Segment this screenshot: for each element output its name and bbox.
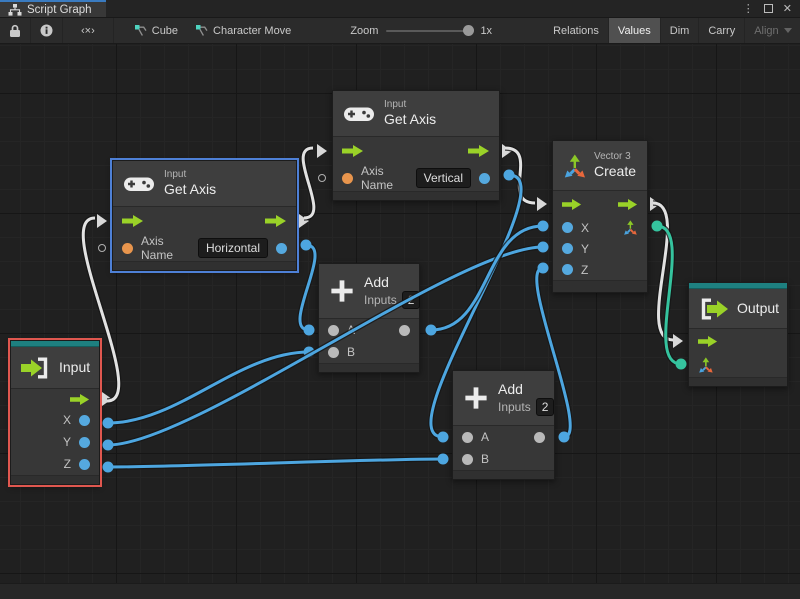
zoom-slider[interactable] [386,30,472,32]
control-wire-arrow [102,392,112,406]
relations-toggle[interactable]: Relations [544,18,609,43]
port-y-in[interactable] [562,243,573,254]
breadcrumb-character-move[interactable]: Character Move [187,18,300,43]
node-title: Add [498,381,554,398]
dim-toggle[interactable]: Dim [661,18,700,43]
tab-label: Script Graph [27,4,92,16]
axis-name-input[interactable]: Vertical [416,168,471,188]
vector3-out-port-icon[interactable] [623,220,638,235]
plus-icon [329,278,355,304]
vector3-icon [563,154,587,178]
node-title: Get Axis [164,181,216,198]
control-wire-arrow [317,144,327,158]
plus-icon [463,385,489,411]
vector3-in-port-icon[interactable] [698,357,714,373]
node-graph-output[interactable]: Output [688,282,788,387]
chevron-down-icon [784,28,792,37]
lock-button[interactable] [0,18,31,43]
script-graph-window: Script Graph ⋮ ✕ ‹×› Cube Character Move [0,0,800,599]
node-title: Add [364,274,420,291]
node-get-axis-vertical[interactable]: Input Get Axis Axis Name Vertical [332,90,500,201]
carry-toggle[interactable]: Carry [699,18,745,43]
node-get-axis-horizontal[interactable]: Input Get Axis Axis Name Horizontal [112,160,297,271]
info-icon [40,24,53,37]
sitemap-icon [8,4,22,16]
node-title: Get Axis [384,111,436,128]
node-graph-input[interactable]: Input X Y Z [10,340,100,485]
gamepad-icon [123,174,155,194]
zoom-slider-knob[interactable] [463,25,474,36]
align-dropdown[interactable]: Align [745,18,800,43]
info-button[interactable] [31,18,63,43]
control-out-arrow-icon[interactable] [265,215,287,227]
unconnected-ring-icon [318,174,326,182]
node-category: Input [384,99,436,111]
lock-icon [9,24,21,38]
unconnected-ring-icon [98,244,106,252]
graph-toolbar: ‹×› Cube Character Move Zoom 1x Relation… [0,18,800,44]
code-view-button[interactable]: ‹×› [63,18,114,43]
control-wire-arrow [97,214,107,228]
title-bar: Script Graph ⋮ ✕ [0,0,800,18]
code-view-icon: ‹×› [81,25,95,37]
gamepad-icon [343,104,375,124]
control-in-arrow-icon[interactable] [698,336,718,347]
breadcrumb-label: Cube [152,25,178,37]
node-title: Input [59,359,90,376]
port-y-out[interactable] [79,437,90,448]
zoom-value: 1x [480,25,492,37]
axis-name-input[interactable]: Horizontal [198,238,268,258]
value-out-port[interactable] [479,173,490,184]
control-wire-arrow [650,197,660,211]
breadcrumb-cube[interactable]: Cube [126,18,187,43]
graph-ref-icon [196,25,208,37]
port-x-out[interactable] [79,415,90,426]
window-bottom-strip [0,583,800,599]
inputs-count-input[interactable]: 2 [402,291,421,309]
axis-name-port[interactable] [122,243,133,254]
port-b-in[interactable] [462,454,473,465]
port-z-in[interactable] [562,264,573,275]
node-add-1[interactable]: Add Inputs 2 A B [318,263,420,373]
sum-out-port[interactable] [399,325,410,336]
port-a-in[interactable] [328,325,339,336]
port-z-out[interactable] [79,459,90,470]
node-category: Input [164,169,216,181]
port-x-in[interactable] [562,222,573,233]
axis-name-port[interactable] [342,173,353,184]
values-toggle[interactable]: Values [609,18,661,43]
control-in-arrow-icon[interactable] [562,199,582,210]
node-vector3-create[interactable]: Vector 3 Create X Y Z [552,140,648,293]
control-wire-arrow [502,144,512,158]
port-b-in[interactable] [328,347,339,358]
control-out-arrow-icon[interactable] [468,145,490,157]
control-wire-arrow [299,214,309,228]
zoom-label: Zoom [350,25,378,37]
output-bracket-icon [699,298,729,320]
maximize-icon[interactable] [764,4,773,13]
control-in-arrow-icon[interactable] [122,215,144,227]
node-title: Output [737,300,779,317]
control-in-arrow-icon[interactable] [342,145,364,157]
inputs-count-input[interactable]: 2 [536,398,555,416]
input-bracket-icon [21,357,51,379]
control-out-arrow-icon[interactable] [618,199,638,210]
breadcrumb-label: Character Move [213,25,291,37]
control-out-arrow-icon[interactable] [70,394,90,405]
control-wire-arrow [537,197,547,211]
node-category: Vector 3 [594,151,636,163]
node-title: Create [594,163,636,180]
tab-script-graph[interactable]: Script Graph [0,0,106,17]
node-add-2[interactable]: Add Inputs 2 A B [452,370,555,480]
value-out-port[interactable] [276,243,287,254]
sum-out-port[interactable] [534,432,545,443]
port-a-in[interactable] [462,432,473,443]
graph-ref-icon [135,25,147,37]
control-wire-arrow [673,334,683,348]
kebab-menu-icon[interactable]: ⋮ [743,2,754,15]
close-icon[interactable]: ✕ [783,2,792,15]
zoom-control: Zoom 1x [340,18,502,43]
